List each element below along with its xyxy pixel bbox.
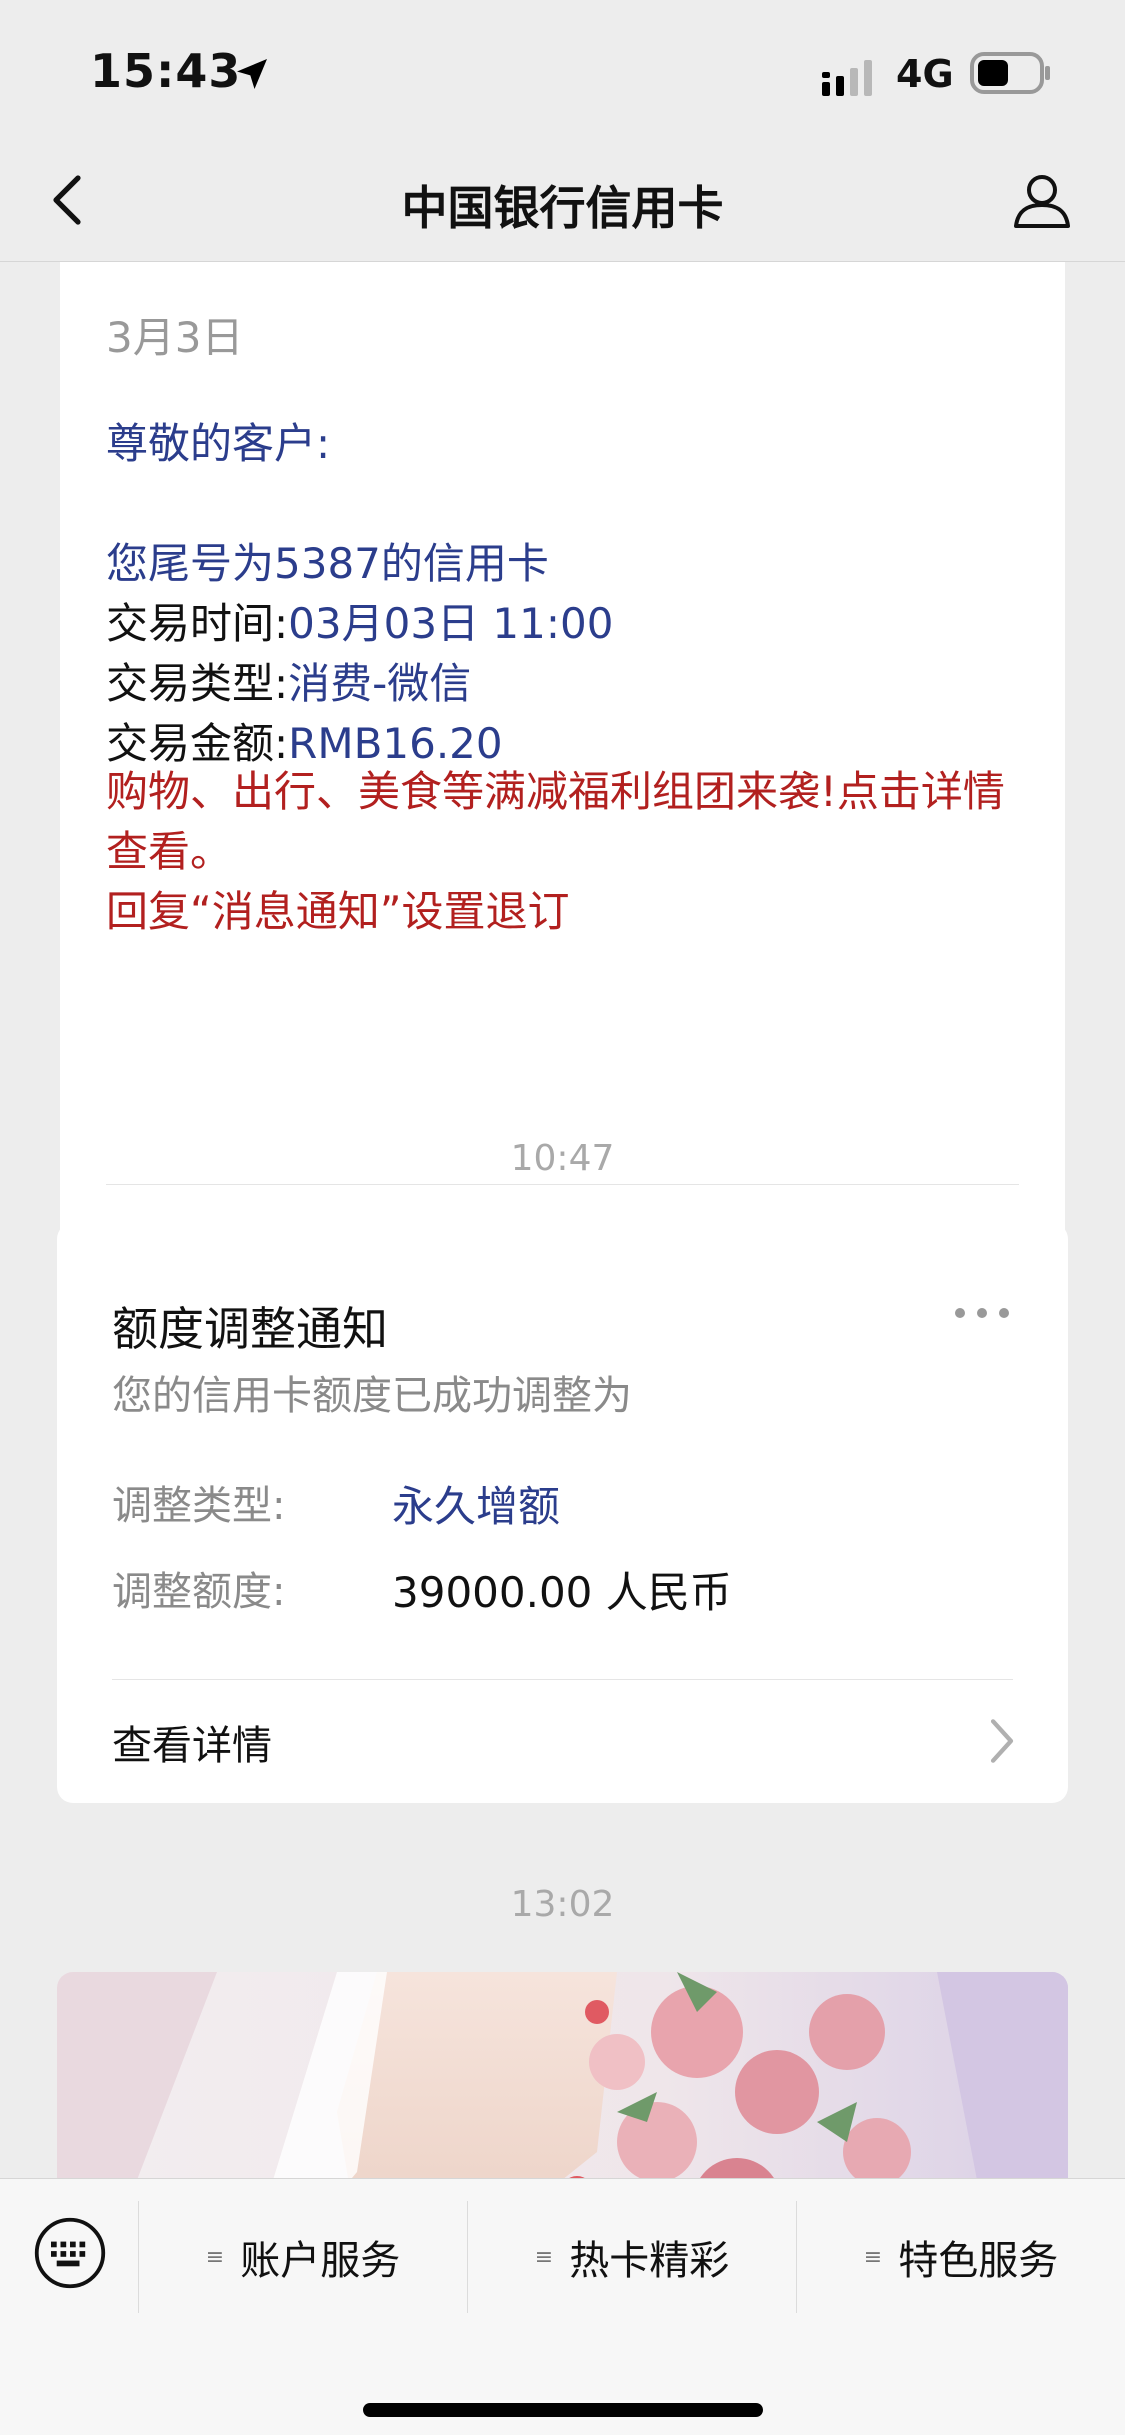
- transaction-row: 交易类型:消费-微信: [106, 650, 471, 711]
- row-value: 03月03日 11:00: [288, 599, 614, 648]
- message-date: 3月3日: [106, 313, 244, 362]
- promo-banner-image[interactable]: [57, 1972, 1068, 2178]
- bottom-menu: ≡ 账户服务 ≡ 热卡精彩 ≡ 特色服务: [0, 2178, 1125, 2435]
- menu-item-account-services[interactable]: ≡ 账户服务: [139, 2199, 467, 2315]
- row-label: 交易时间:: [106, 599, 289, 648]
- menu-item-label: 特色服务: [898, 2238, 1059, 2284]
- page-title: 中国银行信用卡: [401, 181, 724, 235]
- menu-lines-icon: ≡: [534, 2244, 554, 2270]
- card-number-line: 您尾号为5387的信用卡: [106, 539, 549, 588]
- menu-lines-icon: ≡: [205, 2244, 225, 2270]
- card-subtitle: 您的信用卡额度已成功调整为: [112, 1373, 632, 1419]
- keyboard-icon[interactable]: [32, 2215, 108, 2291]
- battery-icon: [970, 52, 1050, 94]
- more-dots-icon[interactable]: [952, 1303, 1012, 1323]
- greeting-text: 尊敬的客户:: [106, 419, 331, 468]
- field-label: 调整额度:: [112, 1569, 286, 1615]
- row-label: 交易金额:: [106, 719, 289, 768]
- row-value: RMB16.20: [288, 719, 503, 768]
- transaction-row: 交易时间:03月03日 11:00: [106, 590, 613, 651]
- limit-adjustment-card: 额度调整通知 您的信用卡额度已成功调整为 调整类型: 永久增额 调整额度: 39…: [57, 1223, 1068, 1803]
- home-indicator[interactable]: [363, 2403, 763, 2417]
- timestamp: 10:47: [510, 1138, 615, 1179]
- timestamp: 13:02: [510, 1884, 615, 1925]
- menu-lines-icon: ≡: [863, 2244, 883, 2270]
- row-value: 消费-微信: [288, 659, 472, 708]
- unsubscribe-text: 回复“消息通知”设置退订: [106, 887, 570, 936]
- navigation-bar: 中国银行信用卡: [0, 140, 1125, 262]
- message-list[interactable]: 3月3日 尊敬的客户: 您尾号为5387的信用卡 交易时间:03月03日 11:…: [0, 262, 1125, 2178]
- status-time: 15:43: [90, 44, 242, 98]
- promo-text: 购物、出行、美食等满减福利组团来袭!点击详情查看。: [106, 767, 1005, 876]
- network-type: 4G: [896, 52, 954, 96]
- menu-item-label: 热卡精彩: [569, 2238, 730, 2284]
- location-arrow-icon: [237, 59, 267, 89]
- view-details-link[interactable]: 查看详情: [112, 1713, 272, 1771]
- signal-icon: [822, 60, 872, 96]
- menu-item-label: 账户服务: [240, 2238, 401, 2284]
- row-label: 交易类型:: [106, 659, 289, 708]
- card-title: 额度调整通知: [112, 1302, 388, 1356]
- menu-item-hot-cards[interactable]: ≡ 热卡精彩: [468, 2199, 796, 2315]
- field-label: 调整类型:: [112, 1483, 286, 1529]
- user-profile-icon[interactable]: [1010, 168, 1074, 232]
- menu-item-featured-services[interactable]: ≡ 特色服务: [797, 2199, 1125, 2315]
- status-bar: 15:43 4G: [0, 0, 1125, 140]
- divider: [106, 1184, 1019, 1185]
- divider: [112, 1679, 1013, 1680]
- field-value: 39000.00 人民币: [392, 1568, 732, 1617]
- field-value: 永久增额: [392, 1482, 561, 1531]
- chevron-right-icon: [990, 1719, 1014, 1763]
